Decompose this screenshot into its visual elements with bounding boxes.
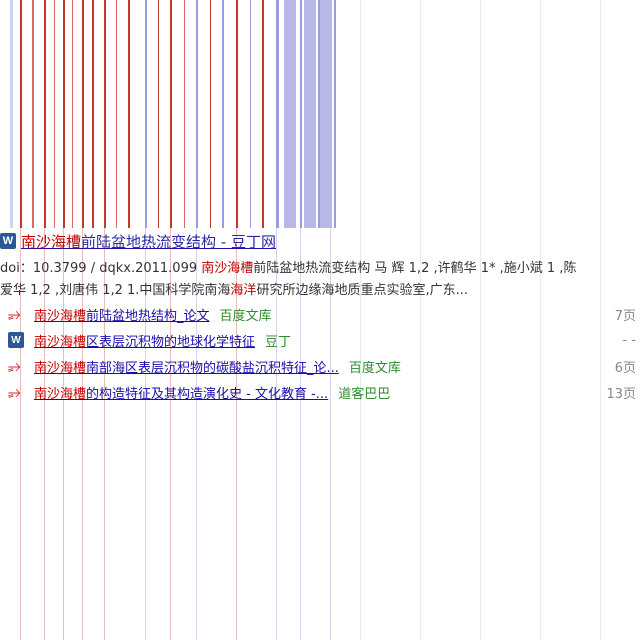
related-link-highlight: 南沙海槽 — [34, 334, 87, 350]
snippet-prefix-2: 爱华 1,2 ,刘唐伟 1,2 1.中国科学院南海 — [0, 283, 231, 298]
pdf-icon: ⭈ — [8, 382, 21, 401]
page-count: 6页 — [614, 360, 636, 376]
snippet-highlight: 南沙海槽 — [201, 261, 254, 276]
related-link-highlight: 南沙海槽 — [34, 386, 87, 402]
related-link-highlight: 南沙海槽 — [34, 308, 87, 324]
result-snippet: doi：10.3799 / dqkx.2011.099 南沙海槽前陆盆地热流变结… — [0, 258, 636, 302]
related-source: 百度文库 — [219, 308, 272, 324]
related-source: 道客巴巴 — [338, 386, 391, 402]
snippet-line-1: doi：10.3799 / dqkx.2011.099 南沙海槽前陆盆地热流变结… — [0, 258, 636, 280]
related-link-text: 区表层沉积物的地球化学特征 — [86, 334, 256, 350]
list-item[interactable]: W 南沙海槽区表层沉积物的地球化学特征 豆丁 - - — [0, 327, 640, 353]
related-source: 豆丁 — [265, 334, 292, 350]
result-title-link[interactable]: 南沙海槽前陆盆地热流变结构 - 豆丁网 — [21, 231, 276, 252]
pdf-icon: ⭈ — [8, 356, 21, 375]
page-count: 13页 — [606, 386, 636, 402]
page-count: 7页 — [614, 308, 636, 324]
word-doc-icon: W — [0, 233, 16, 249]
page-count: - - — [622, 332, 636, 348]
related-link-highlight: 南沙海槽 — [34, 360, 87, 376]
related-link-text: 南部海区表层沉积物的碳酸盐沉积特征_论... — [86, 360, 339, 376]
related-link[interactable]: 南沙海槽南部海区表层沉积物的碳酸盐沉积特征_论... — [34, 357, 339, 376]
related-link[interactable]: 南沙海槽区表层沉积物的地球化学特征 — [34, 331, 255, 350]
pdf-icon: ⭈ — [8, 304, 21, 323]
related-link-text: 的构造特征及其构造演化史 - 文化教育 -... — [86, 386, 329, 402]
related-link[interactable]: 南沙海槽的构造特征及其构造演化史 - 文化教育 -... — [34, 383, 328, 402]
result-title-row[interactable]: W 南沙海槽前陆盆地热流变结构 - 豆丁网 — [0, 229, 276, 253]
list-item[interactable]: ⭈ 南沙海槽南部海区表层沉积物的碳酸盐沉积特征_论... 百度文库 6页 — [0, 353, 640, 379]
title-text: 前陆盆地热流变结构 - 豆丁网 — [81, 232, 276, 251]
list-item[interactable]: ⭈ 南沙海槽前陆盆地热结构_论文 百度文库 7页 — [0, 301, 640, 327]
word-icon: W — [8, 332, 24, 348]
snippet-line-2: 爱华 1,2 ,刘唐伟 1,2 1.中国科学院南海海洋研究所边缘海地质重点实验室… — [0, 280, 636, 302]
snippet-text: 前陆盆地热流变结构 马 辉 1,2 ,许鹤华 1* ,施小斌 1 ,陈 — [253, 261, 577, 276]
snippet-prefix: doi：10.3799 / dqkx.2011.099 — [0, 261, 202, 276]
related-link-text: 前陆盆地热结构_论文 — [86, 308, 210, 324]
snippet-text-2: 研究所边缘海地质重点实验室,广东... — [256, 283, 468, 298]
thumbnail-graphic — [0, 0, 340, 228]
related-source: 百度文库 — [348, 360, 401, 376]
list-item[interactable]: ⭈ 南沙海槽的构造特征及其构造演化史 - 文化教育 -... 道客巴巴 13页 — [0, 379, 640, 405]
related-documents-list: ⭈ 南沙海槽前陆盆地热结构_论文 百度文库 7页 W 南沙海槽区表层沉积物的地球… — [0, 301, 640, 405]
snippet-highlight-2: 海洋 — [230, 283, 257, 298]
title-highlight: 南沙海槽 — [21, 232, 82, 251]
related-link[interactable]: 南沙海槽前陆盆地热结构_论文 — [34, 305, 210, 324]
